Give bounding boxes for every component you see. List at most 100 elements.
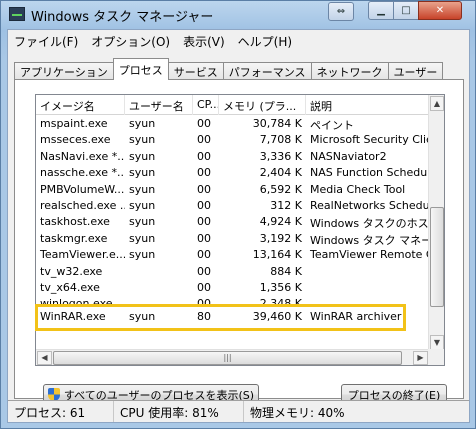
cell-user-name: syun — [129, 182, 156, 196]
title-bar[interactable]: Windows タスク マネージャー ⇔ ▁ □ ✕ — [1, 1, 475, 29]
cell-memory: 7,708 K — [259, 133, 302, 147]
cell-description — [306, 264, 429, 280]
cell-memory: 13,164 K — [252, 248, 302, 262]
minimize-icon[interactable]: ▁ — [368, 1, 394, 20]
cell-cpu: 00 — [197, 297, 211, 307]
column-memory[interactable]: メモリ (プラ... — [219, 95, 306, 115]
cell-cpu: 80 — [197, 310, 211, 324]
process-list-header: イメージ名 ユーザー名 CP... メモリ (プラ... 説明 — [36, 95, 429, 115]
table-row[interactable]: nassche.exe *... syun 00 2,404 K NAS Functio… — [36, 165, 429, 181]
menu-help[interactable]: ヘルプ(H) — [232, 30, 299, 52]
menu-file[interactable]: ファイル(F) — [8, 30, 85, 52]
cell-description: RealNetworks Scheduler — [310, 198, 429, 212]
cell-memory: 2,404 K — [259, 166, 302, 180]
client-area: ファイル(F) オプション(O) 表示(V) ヘルプ(H) アプリケーション プ… — [7, 29, 470, 423]
column-cpu[interactable]: CP... — [193, 95, 219, 115]
cell-description — [306, 296, 429, 306]
task-manager-window: Windows タスク マネージャー ⇔ ▁ □ ✕ ファイル(F) オプション… — [0, 0, 476, 429]
column-description[interactable]: 説明 — [306, 95, 429, 115]
cell-cpu: 00 — [197, 198, 211, 212]
cell-user-name — [125, 296, 193, 306]
cell-cpu: 00 — [197, 149, 211, 163]
vertical-scrollbar[interactable]: ▲ ▼ — [428, 95, 444, 351]
table-row[interactable]: winlogon.exe 00 2,348 K — [36, 296, 429, 306]
table-row[interactable]: PMBVolumeW... syun 00 6,592 K Media Check To… — [36, 182, 429, 198]
cell-cpu: 00 — [197, 231, 211, 245]
scroll-up-icon[interactable]: ▲ — [430, 96, 444, 111]
tab-users[interactable]: ユーザー — [387, 62, 444, 80]
cell-image-name: tv_w32.exe — [40, 264, 103, 278]
cell-description: NASNaviator2 — [310, 149, 387, 163]
cell-image-name: taskmgr.exe — [40, 231, 108, 245]
cell-image-name: WinRAR.exe — [40, 310, 106, 324]
horizontal-scroll-thumb[interactable]: ||| — [53, 351, 402, 365]
menu-options[interactable]: オプション(O) — [85, 30, 177, 52]
maximize-icon[interactable]: □ — [393, 1, 419, 20]
cell-description: Microsoft Security Clien... — [310, 133, 429, 147]
cell-user-name: syun — [129, 133, 156, 147]
column-user-name[interactable]: ユーザー名 — [125, 95, 193, 115]
cell-image-name: nassche.exe *... — [40, 166, 125, 180]
cell-user-name: syun — [129, 215, 156, 229]
task-manager-app-icon[interactable] — [9, 7, 25, 21]
cell-memory: 6,592 K — [259, 182, 302, 196]
cell-image-name: TeamViewer.e... — [40, 248, 125, 262]
cell-memory: 312 K — [270, 198, 302, 212]
cell-cpu: 00 — [197, 166, 211, 180]
column-image-name[interactable]: イメージ名 — [36, 95, 125, 115]
cell-memory: 3,336 K — [259, 149, 302, 163]
cell-user-name: syun — [129, 248, 156, 262]
table-row[interactable]: taskhost.exe syun 00 4,924 K Windows タスクのホスト… — [36, 214, 429, 230]
cell-memory: 39,460 K — [252, 310, 302, 324]
menu-view[interactable]: 表示(V) — [177, 30, 232, 52]
table-row[interactable]: TeamViewer.e... syun 00 13,164 K TeamViewer … — [36, 247, 429, 263]
table-row[interactable]: tv_w32.exe 00 884 K — [36, 264, 429, 280]
cell-cpu: 00 — [197, 264, 211, 278]
tab-performance[interactable]: パフォーマンス — [222, 62, 312, 80]
process-list[interactable]: イメージ名 ユーザー名 CP... メモリ (プラ... 説明 mspaint.… — [35, 94, 445, 366]
cell-description: WinRAR archiver — [310, 310, 402, 324]
status-physical-memory: 物理メモリ: 40% — [250, 406, 345, 420]
cell-description: ペイント — [310, 119, 354, 132]
cell-user-name: syun — [129, 310, 156, 324]
tab-networking[interactable]: ネットワーク — [310, 62, 389, 80]
cell-cpu: 00 — [197, 117, 211, 130]
tab-applications[interactable]: アプリケーション — [14, 62, 114, 80]
close-icon[interactable]: ✕ — [418, 1, 462, 20]
cell-image-name: NasNavi.exe *... — [40, 149, 125, 163]
cell-description: NAS Function Schedulin... — [310, 166, 429, 180]
processes-panel: イメージ名 ユーザー名 CP... メモリ (プラ... 説明 mspaint.… — [14, 79, 464, 405]
cell-image-name: realsched.exe ... — [40, 198, 125, 212]
scroll-right-icon[interactable]: ▶ — [413, 351, 428, 365]
cell-image-name: msseces.exe — [40, 133, 111, 147]
status-bar: プロセス: 61 CPU 使用率: 81% 物理メモリ: 40% — [8, 400, 469, 422]
cell-user-name: syun — [129, 117, 156, 130]
horizontal-scrollbar[interactable]: ◀ ||| ▶ — [36, 349, 429, 365]
table-row[interactable]: taskmgr.exe syun 00 3,192 K Windows タスク マネージ… — [36, 231, 429, 247]
table-row-winrar[interactable]: WinRAR.exe syun 80 39,460 K WinRAR archiver — [36, 306, 429, 327]
cell-description: Media Check Tool — [310, 182, 406, 196]
cell-user-name: syun — [129, 198, 156, 212]
tab-services[interactable]: サービス — [167, 62, 224, 80]
table-row[interactable]: realsched.exe ... syun 00 312 K RealNetworks… — [36, 198, 429, 214]
table-row[interactable]: msseces.exe syun 00 7,708 K Microsoft Securi… — [36, 132, 429, 148]
cell-user-name: syun — [129, 149, 156, 163]
status-cpu-usage: CPU 使用率: 81% — [114, 401, 244, 422]
cell-image-name: tv_x64.exe — [40, 280, 100, 294]
table-row[interactable]: mspaint.exe syun 00 30,784 K ペイント — [36, 116, 429, 132]
scroll-down-icon[interactable]: ▼ — [430, 335, 444, 350]
cell-image-name: mspaint.exe — [40, 117, 108, 130]
scroll-left-icon[interactable]: ◀ — [37, 351, 52, 365]
table-row[interactable]: NasNavi.exe *... syun 00 3,336 K NASNaviator… — [36, 149, 429, 165]
cell-user-name: syun — [129, 231, 156, 245]
cell-cpu: 00 — [197, 182, 211, 196]
table-row[interactable]: tv_x64.exe 00 1,356 K — [36, 280, 429, 296]
status-process-count: プロセス: 61 — [8, 401, 114, 422]
cell-image-name: PMBVolumeW... — [40, 182, 125, 196]
vertical-scroll-thumb[interactable] — [430, 207, 444, 307]
tab-processes[interactable]: プロセス — [112, 58, 169, 80]
window-swap-icon[interactable]: ⇔ — [328, 2, 354, 21]
cell-image-name: taskhost.exe — [40, 215, 110, 229]
cell-cpu: 00 — [197, 215, 211, 229]
cell-image-name: winlogon.exe — [40, 297, 113, 307]
